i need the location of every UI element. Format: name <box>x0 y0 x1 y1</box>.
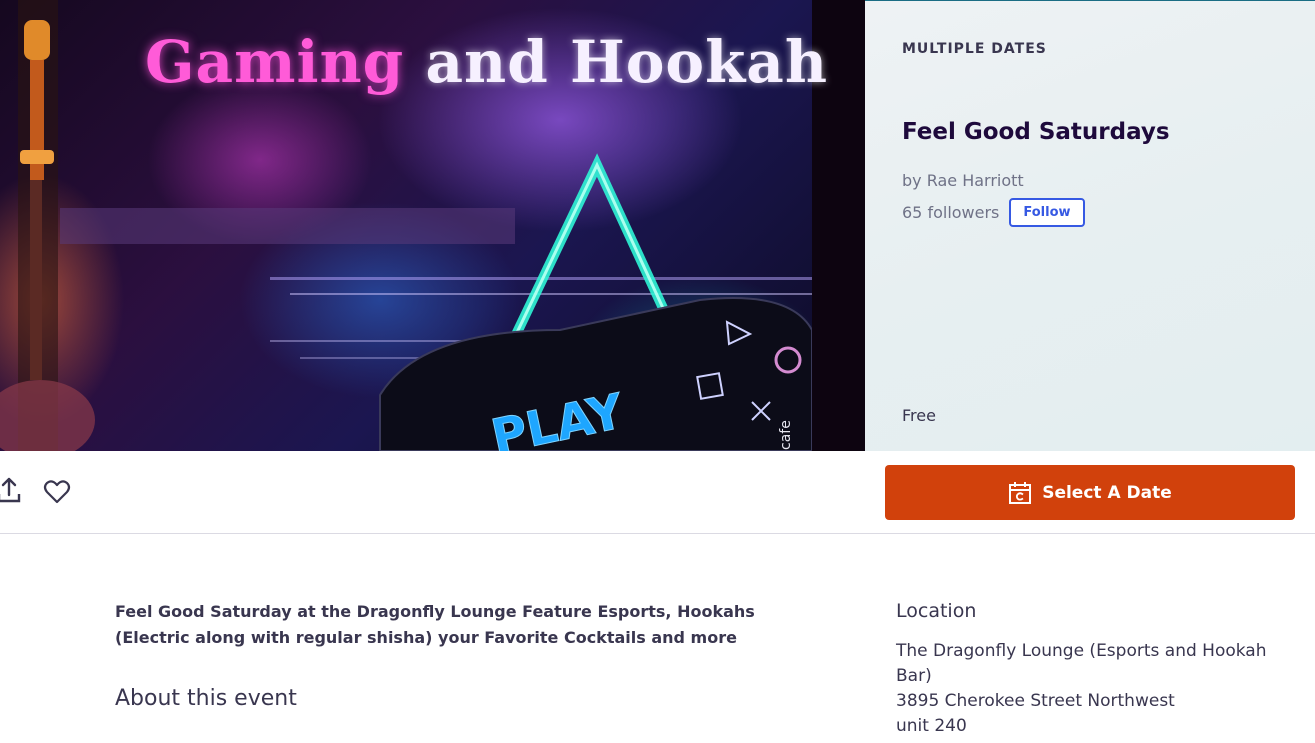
event-banner-image: PLAY cafe Gaming and Hookah <box>0 0 865 451</box>
banner-title: Gaming and Hookah <box>145 28 828 96</box>
banner-title-gaming: Gaming <box>145 28 405 96</box>
heart-icon <box>43 480 71 504</box>
organizer-name[interactable]: by Rae Harriott <box>902 171 1024 190</box>
share-button[interactable] <box>0 475 22 505</box>
unit-number: unit 240 <box>896 716 967 736</box>
banner-cafe-text: cafe <box>778 420 794 450</box>
event-info-panel: MULTIPLE DATES Feel Good Saturdays by Ra… <box>865 0 1315 451</box>
select-date-button[interactable]: Select A Date <box>885 465 1295 520</box>
select-date-label: Select A Date <box>1042 482 1172 503</box>
date-label: MULTIPLE DATES <box>902 41 1047 57</box>
calendar-icon <box>1009 481 1032 504</box>
share-icon <box>0 477 21 503</box>
event-title: Feel Good Saturdays <box>902 119 1170 145</box>
ticket-price: Free <box>902 406 936 425</box>
street-address: 3895 Cherokee Street Northwest <box>896 691 1175 711</box>
venue-name: The Dragonfly Lounge (Esports and Hookah… <box>896 641 1267 686</box>
location-address: The Dragonfly Lounge (Esports and Hookah… <box>896 639 1296 739</box>
action-bar: Select A Date <box>0 451 1315 534</box>
follow-button[interactable]: Follow <box>1009 198 1085 227</box>
event-summary: Feel Good Saturday at the Dragonfly Loun… <box>115 602 755 647</box>
follower-count: 65 followers <box>902 203 1000 222</box>
about-heading: About this event <box>115 686 297 711</box>
event-hero: PLAY cafe Gaming and Hookah MULTIPLE DAT… <box>0 0 1315 451</box>
follow-row: 65 followers Follow <box>902 198 1085 227</box>
location-heading: Location <box>896 600 977 622</box>
like-button[interactable] <box>43 479 71 505</box>
banner-title-hookah: and Hookah <box>425 28 829 96</box>
